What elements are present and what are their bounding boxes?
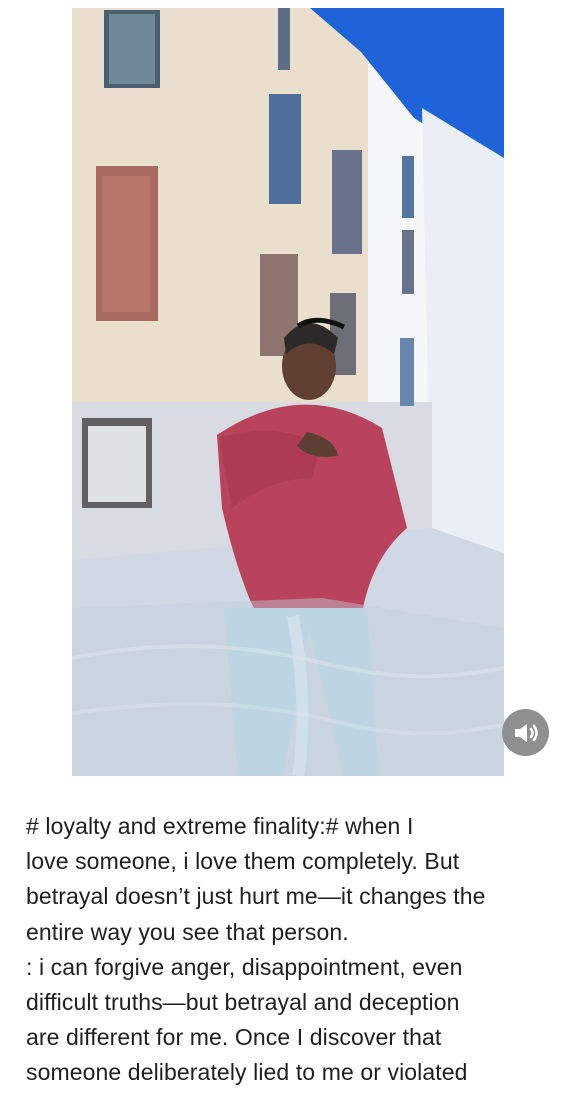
street-shadow xyxy=(72,598,504,776)
caption-line: are different for me. Once I discover th… xyxy=(26,1024,442,1051)
caption-line: # loyalty and extreme finality:# when I xyxy=(26,813,414,839)
post-photo[interactable] xyxy=(72,8,504,776)
sound-button[interactable] xyxy=(502,709,549,756)
post-caption: # loyalty and extreme finality:# when I … xyxy=(26,809,556,1091)
caption-line: someone deliberately lied to me or viola… xyxy=(26,1059,468,1086)
caption-line: betrayal doesn’t just hurt me—it changes… xyxy=(26,883,486,910)
speaker-icon xyxy=(514,723,538,742)
caption-line: entire way you see that person. xyxy=(26,918,349,945)
caption-line: love someone, i love them completely. Bu… xyxy=(26,848,460,875)
caption-line: : i can forgive anger, disappointment, e… xyxy=(26,953,463,980)
caption-line: difficult truths—but betrayal and decept… xyxy=(26,988,460,1015)
